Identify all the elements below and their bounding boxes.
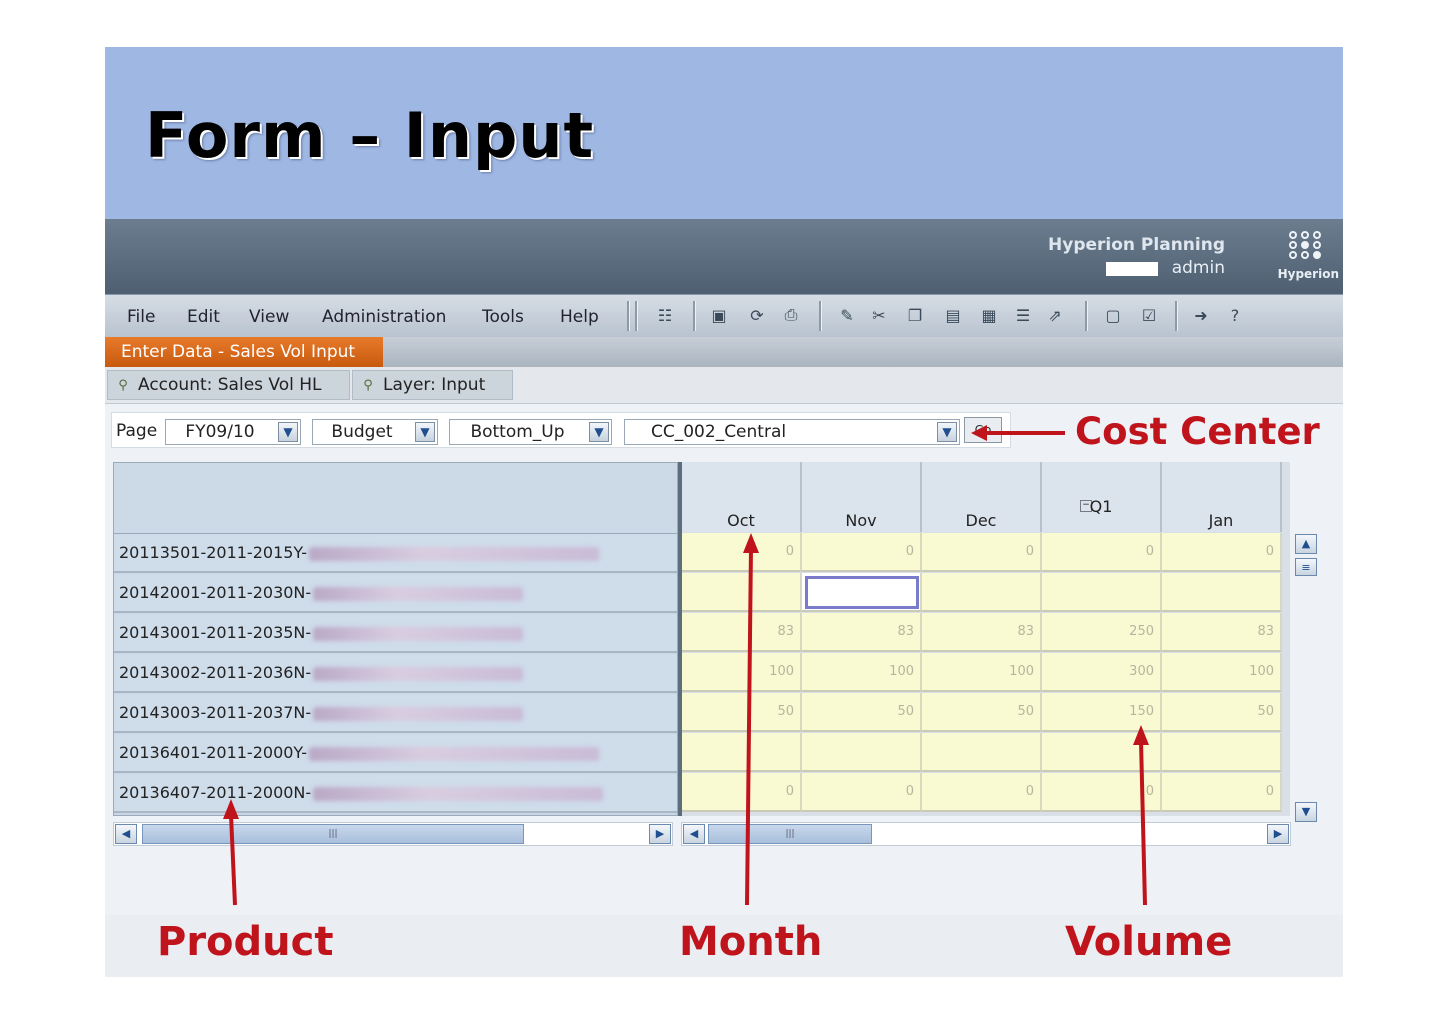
slide: Form – Input Hyperion Planning admin Hyp…: [105, 47, 1343, 977]
callout-band: Product Month Volume: [105, 915, 1343, 977]
volume-callout: Volume: [1065, 919, 1233, 965]
month-callout: Month: [679, 919, 823, 965]
annotation-arrows: [223, 533, 1149, 906]
product-callout: Product: [157, 919, 334, 965]
